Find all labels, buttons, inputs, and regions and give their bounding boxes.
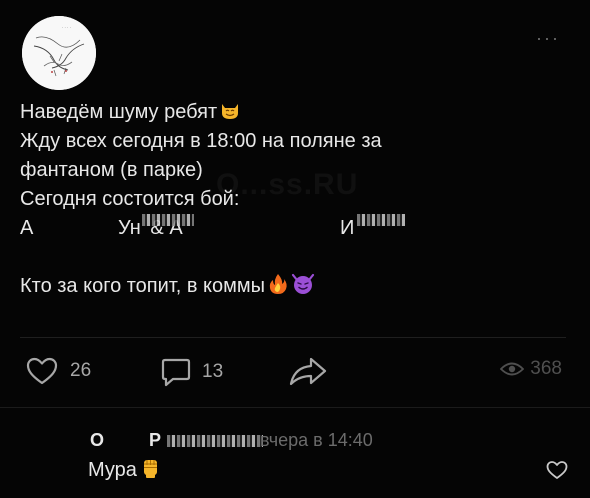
redacted-text: [167, 435, 264, 448]
smiling-devil-emoji: [291, 273, 315, 304]
fighters-line: А Ун & А И: [20, 214, 560, 243]
comment-text: Мура: [88, 457, 161, 485]
post-text: Наведём шуму ребят Жду всех сегодня в 18…: [20, 98, 560, 301]
share-button[interactable]: [288, 356, 328, 386]
raised-fist-emoji: [139, 457, 161, 485]
fire-emoji: [267, 273, 289, 304]
avatar-hands-drawing: · · · ·: [22, 16, 96, 90]
post-line-1: Наведём шуму ребят: [20, 98, 560, 127]
smiling-cat-emoji: [219, 99, 241, 130]
fighter-1-name: Ун & А: [118, 214, 194, 243]
fighter-1-initial: А: [20, 217, 34, 239]
comment-button[interactable]: 13: [160, 356, 223, 388]
svg-text:· · · ·: · · · ·: [62, 25, 71, 30]
like-button[interactable]: 26: [26, 356, 91, 386]
post-line-3: фантаном (в парке): [20, 159, 203, 181]
post-card: · · · · ··· O...ss.RU Наведём шуму ребят…: [0, 0, 590, 498]
comment-like-button[interactable]: [546, 460, 568, 485]
comment-timestamp: вчера в 14:40: [260, 430, 373, 450]
redacted-text: [141, 214, 194, 226]
post-line-2: Жду всех сегодня в 18:00 на поляне за: [20, 130, 382, 152]
eye-icon: [500, 362, 525, 376]
share-arrow-icon: [289, 357, 327, 386]
likes-count: 26: [70, 360, 92, 381]
more-options-icon[interactable]: ···: [536, 28, 560, 49]
comments-count: 13: [202, 361, 224, 382]
views-count: 368: [530, 358, 562, 379]
comments-separator: [0, 407, 590, 408]
comment-icon: [161, 358, 191, 387]
post-line-4: Сегодня состоится бой:: [20, 188, 240, 210]
post-actions: 26 13 368: [0, 356, 590, 390]
heart-icon: [546, 461, 568, 479]
community-avatar[interactable]: · · · ·: [22, 16, 96, 90]
heart-icon: [26, 357, 58, 385]
redacted-text: [357, 214, 406, 226]
views-counter: 368: [500, 358, 562, 380]
post-line-6: Кто за кого топит, в коммы: [20, 272, 560, 301]
actions-divider: [20, 337, 566, 338]
fighter-2-name: И: [340, 214, 406, 243]
comment-author[interactable]: О Р: [90, 430, 264, 451]
